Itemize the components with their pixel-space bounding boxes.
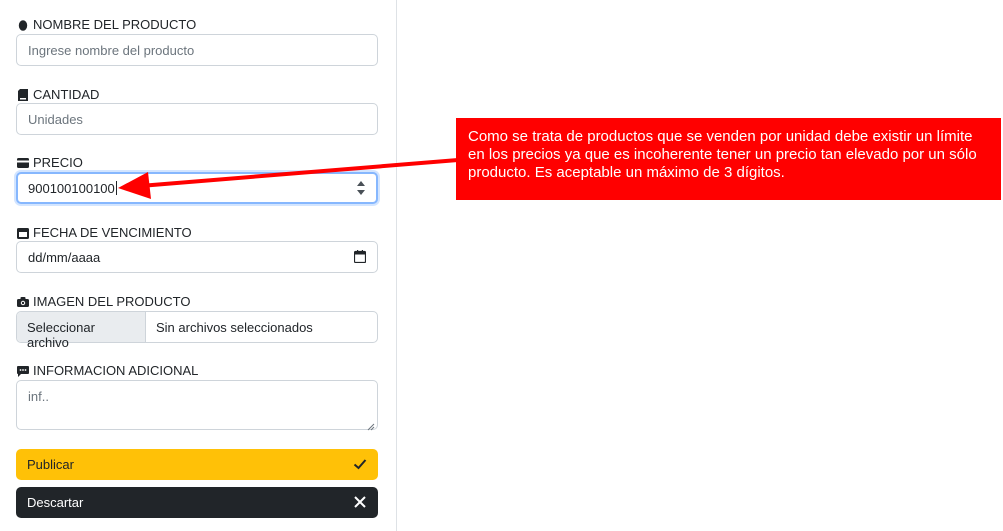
product-name-label: NOMBRE DEL PRODUCTO (17, 17, 196, 33)
annotation-callout: Como se trata de productos que se venden… (456, 118, 1001, 200)
check-icon (353, 457, 367, 471)
quantity-label: CANTIDAD (17, 87, 99, 103)
number-spinner-icon[interactable] (356, 179, 366, 197)
select-file-button[interactable]: Seleccionar archivo (17, 312, 146, 350)
image-label: IMAGEN DEL PRODUCTO (17, 294, 190, 310)
credit-card-icon (17, 157, 29, 169)
expiry-date-input[interactable]: dd/mm/aaaa (16, 241, 378, 273)
info-placeholder: inf.. (28, 389, 49, 404)
egg-icon (17, 19, 29, 31)
close-icon (353, 495, 367, 509)
discard-label: Descartar (27, 495, 84, 510)
calendar-picker-icon[interactable] (353, 250, 367, 264)
chat-icon (17, 365, 29, 377)
expiry-date-value: dd/mm/aaaa (28, 250, 101, 265)
price-input[interactable]: 900100100100 (16, 172, 378, 204)
info-textarea[interactable]: inf.. (16, 380, 378, 431)
product-name-placeholder: Ingrese nombre del producto (28, 43, 195, 58)
annotation-text: Como se trata de productos que se venden… (468, 128, 977, 181)
camera-icon (17, 296, 29, 308)
publish-button[interactable]: Publicar (16, 449, 378, 480)
file-status: Sin archivos seleccionados (156, 320, 313, 335)
publish-label: Publicar (27, 457, 74, 472)
product-form: NOMBRE DEL PRODUCTO Ingrese nombre del p… (0, 0, 397, 531)
file-input[interactable]: Seleccionar archivo Sin archivos selecci… (16, 311, 378, 350)
quantity-input[interactable]: Unidades (16, 103, 378, 135)
price-value: 900100100100 (28, 181, 117, 196)
product-name-input[interactable]: Ingrese nombre del producto (16, 34, 378, 66)
expiry-label: FECHA DE VENCIMIENTO (17, 225, 192, 241)
quantity-placeholder: Unidades (28, 112, 83, 127)
price-label: PRECIO (17, 155, 83, 171)
info-label: INFORMACION ADICIONAL (17, 363, 198, 379)
calendar-icon (17, 227, 29, 239)
discard-button[interactable]: Descartar (16, 487, 378, 518)
sd-card-icon (17, 89, 29, 101)
resize-handle-icon[interactable] (367, 419, 375, 431)
text-caret (115, 181, 117, 195)
